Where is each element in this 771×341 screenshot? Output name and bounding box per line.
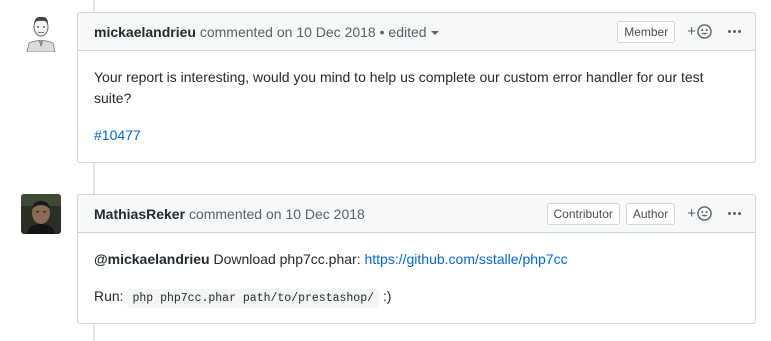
commented-label: commented on [188,205,282,222]
user-mention[interactable]: @mickaelandrieu [94,251,210,267]
php7cc-link[interactable]: https://github.com/sstalle/php7cc [364,251,567,267]
comment-body: @mickaelandrieu Download php7cc.phar: ht… [78,233,755,323]
comment-2: MathiasReker commented on 10 Dec 2018 Co… [77,194,756,324]
add-reaction-button[interactable]: + [687,23,712,40]
author-link[interactable]: mickaelandrieu [94,24,196,40]
caret-down-icon [430,30,439,35]
plus-label: + [687,23,696,40]
comment-line-download: @mickaelandrieu Download php7cc.phar: ht… [94,249,739,270]
download-text: Download php7cc.phar: [213,251,361,267]
run-command-code: php php7cc.phar path/to/prestashop/ [127,289,380,308]
contributor-badge: Contributor [546,202,620,225]
edited-dropdown[interactable]: edited [388,23,439,40]
avatar-photo [21,194,61,234]
issue-link[interactable]: #10477 [94,127,141,143]
author-link[interactable]: MathiasReker [94,206,185,222]
more-options-icon[interactable] [728,212,741,215]
add-reaction-button[interactable]: + [687,205,712,222]
run-label: Run: [94,288,124,304]
more-options-icon[interactable] [728,30,741,33]
plus-label: + [687,205,696,222]
avatar-mickaelandrieu[interactable] [21,12,61,52]
member-badge: Member [617,20,676,43]
run-suffix: :) [382,288,392,304]
comment-text: Your report is interesting, would you mi… [94,69,704,106]
comment-date-link[interactable]: 10 Dec 2018 [296,24,375,40]
comment-body: Your report is interesting, would you mi… [78,51,755,162]
author-badge: Author [625,202,676,225]
separator: • [379,23,385,40]
comment-1: mickaelandrieu commented on 10 Dec 2018 … [77,12,756,163]
commented-label: commented on [199,23,293,40]
avatar-mathiasreker[interactable] [21,194,61,234]
smiley-icon [697,24,712,39]
edited-label: edited [388,23,427,40]
avatar-illustration [21,12,61,52]
comment-date-link[interactable]: 10 Dec 2018 [285,206,364,222]
comment-header: MathiasReker commented on 10 Dec 2018 Co… [78,195,755,233]
smiley-icon [697,206,712,221]
comment-header: mickaelandrieu commented on 10 Dec 2018 … [78,13,755,51]
comment-line-run: Run: php php7cc.phar path/to/prestashop/… [94,286,739,309]
comment-meta: mickaelandrieu commented on 10 Dec 2018 … [94,24,617,40]
comment-meta: MathiasReker commented on 10 Dec 2018 [94,206,547,222]
